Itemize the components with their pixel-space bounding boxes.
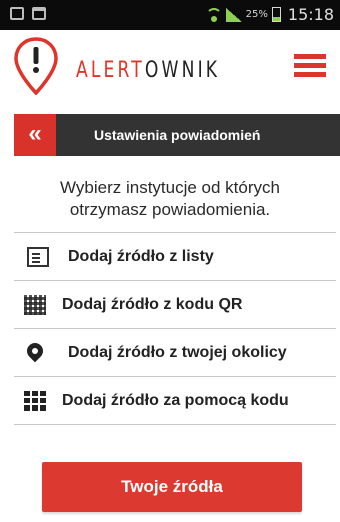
item-label: Dodaj źródło za pomocą kodu <box>62 391 289 409</box>
app-logo-text: ALERTOWNIK <box>76 58 220 83</box>
intro-text: Wybierz instytucje od których otrzymasz … <box>0 177 340 221</box>
image-icon <box>10 7 24 20</box>
document-icon <box>27 246 49 267</box>
hamburger-menu-icon[interactable] <box>294 54 326 78</box>
logo-text-red: ALERT <box>76 58 145 83</box>
back-button[interactable]: « <box>14 114 56 156</box>
list-item-by-code[interactable]: Dodaj źródło za pomocą kodu <box>14 376 336 425</box>
intro-line-2: otrzymasz powiadomienia. <box>69 200 271 219</box>
briefcase-icon <box>32 7 46 20</box>
item-label: Dodaj źródło z kodu QR <box>62 295 243 313</box>
source-options-list: Dodaj źródło z listy Dodaj źródło z kodu… <box>14 232 336 425</box>
list-item-from-list[interactable]: Dodaj źródło z listy <box>14 232 336 280</box>
logo-text-dark: OWNIK <box>144 58 221 83</box>
section-title: Ustawienia powiadomień <box>94 127 261 143</box>
alert-pin-logo-icon <box>14 37 58 95</box>
app-header: ALERTOWNIK <box>0 30 340 102</box>
battery-percent: 25% <box>245 9 268 20</box>
wifi-icon <box>205 7 222 22</box>
battery-icon <box>271 7 281 22</box>
location-pin-icon <box>27 343 49 363</box>
your-sources-button[interactable]: Twoje źródła <box>42 462 302 512</box>
status-right: 25% 15:18 <box>205 5 334 24</box>
intro-line-1: Wybierz instytucje od których <box>60 178 280 197</box>
keypad-icon <box>24 390 46 411</box>
section-header: « Ustawienia powiadomień <box>14 114 340 156</box>
status-left <box>10 7 46 20</box>
item-label: Dodaj źródło z twojej okolicy <box>68 343 287 361</box>
list-item-from-qr[interactable]: Dodaj źródło z kodu QR <box>14 280 336 328</box>
item-label: Dodaj źródło z listy <box>68 247 214 265</box>
signal-icon <box>225 7 242 22</box>
status-bar: 25% 15:18 <box>0 0 340 30</box>
clock: 15:18 <box>287 5 334 24</box>
qr-code-icon <box>24 294 46 315</box>
list-item-from-nearby[interactable]: Dodaj źródło z twojej okolicy <box>14 328 336 376</box>
